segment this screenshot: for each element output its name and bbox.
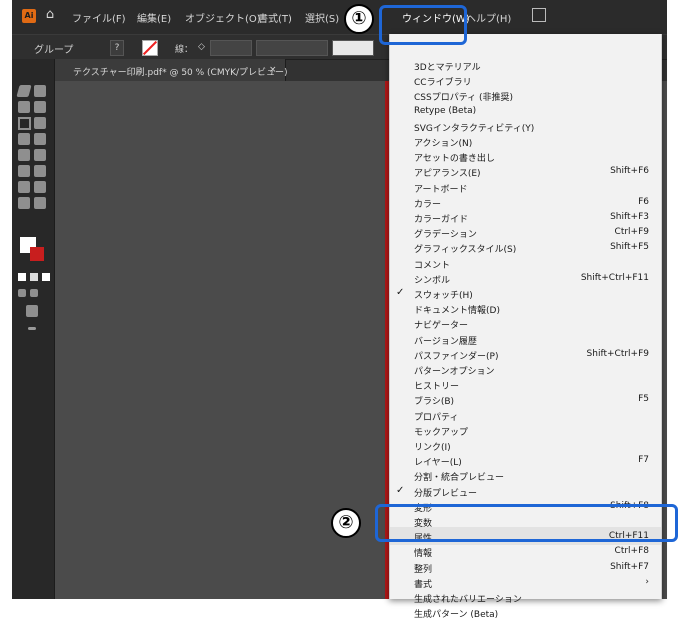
menu-bar: Ai ⌂ ファイル(F) 編集(E) オブジェクト(O) 書式(T) 選択(S)… — [12, 0, 667, 34]
stroke-weight-label: 線： — [175, 45, 194, 55]
pencil-tool-icon[interactable] — [34, 117, 46, 129]
home-icon[interactable]: ⌂ — [42, 7, 58, 23]
brush-definition-dropdown[interactable] — [332, 40, 374, 56]
menu-object[interactable]: オブジェクト(O) — [185, 10, 261, 25]
draw-behind-icon[interactable] — [30, 289, 38, 297]
menu-file[interactable]: ファイル(F) — [72, 10, 126, 25]
zoom-tool-icon[interactable] — [34, 197, 46, 209]
callout-window-menu — [379, 5, 467, 45]
arrange-documents-icon[interactable] — [532, 8, 546, 22]
menu-item[interactable]: 生成パターン (Beta) — [390, 603, 661, 621]
selection-type-label: グループ — [34, 45, 74, 56]
stroke-weight-dropdown[interactable] — [210, 40, 252, 56]
document-tab-title: テクスチャー印刷.pdf* @ 50 % (CMYK/プレビュー) — [73, 68, 288, 78]
menu-item-shortcut: Shift+F6 — [610, 166, 649, 177]
menu-edit[interactable]: 編集(E) — [137, 10, 171, 25]
step-2-badge: ② — [331, 508, 361, 538]
eyedropper-tool-icon[interactable] — [34, 165, 46, 177]
direct-selection-tool-icon[interactable] — [34, 85, 46, 97]
rectangle-tool-icon[interactable] — [18, 117, 31, 130]
draw-normal-icon[interactable] — [18, 289, 26, 297]
curvature-tool-icon[interactable] — [34, 101, 46, 113]
menu-item-label: 生成パターン (Beta) — [414, 610, 499, 621]
checkmark-icon: ✓ — [396, 484, 405, 496]
app-logo-icon: Ai — [22, 9, 36, 23]
stroke-weight-stepper[interactable]: ◇ — [198, 42, 205, 52]
type-tool-icon[interactable] — [18, 133, 30, 145]
tools-panel — [12, 59, 55, 599]
menu-item-shortcut: Shift+F5 — [610, 242, 649, 253]
variable-width-dropdown[interactable] — [256, 40, 328, 56]
artboard-tool-icon[interactable] — [34, 181, 46, 193]
menu-item-shortcut: Shift+Ctrl+F9 — [586, 348, 649, 359]
menu-item-shortcut: Ctrl+F8 — [614, 546, 649, 557]
menu-help[interactable]: ヘルプ(H) — [466, 10, 511, 25]
fill-color-button[interactable]: ? — [110, 40, 124, 56]
menu-item-shortcut: Shift+F7 — [610, 561, 649, 572]
eraser-tool-icon[interactable] — [18, 149, 30, 161]
menu-item-shortcut: Shift+F3 — [610, 212, 649, 222]
pen-tool-icon[interactable] — [18, 101, 30, 113]
stroke-color-button[interactable] — [142, 40, 158, 56]
screen-mode-icon[interactable] — [26, 305, 38, 317]
menu-item-shortcut: F5 — [638, 394, 649, 405]
graph-tool-icon[interactable] — [18, 197, 30, 209]
selection-tool-icon[interactable] — [16, 85, 32, 97]
menu-item-shortcut: › — [645, 576, 649, 587]
more-tools-icon[interactable] — [28, 327, 36, 330]
none-mode-icon[interactable] — [42, 273, 50, 281]
gradient-tool-icon[interactable] — [18, 165, 30, 177]
menu-item-shortcut: Shift+Ctrl+F11 — [580, 272, 649, 283]
stroke-swatch-icon[interactable] — [30, 247, 44, 261]
step-1-badge: ① — [344, 4, 374, 34]
menu-item-shortcut: F7 — [638, 455, 649, 466]
menu-select[interactable]: 選択(S) — [305, 10, 339, 25]
menu-item-shortcut: Ctrl+F9 — [614, 227, 649, 238]
blend-tool-icon[interactable] — [18, 181, 30, 193]
menu-item-label: Retype (Beta) — [414, 105, 477, 116]
close-tab-icon[interactable]: × — [269, 65, 277, 75]
color-mode-icon[interactable] — [18, 273, 26, 281]
menu-item-shortcut: F6 — [638, 196, 649, 207]
shape-builder-tool-icon[interactable] — [34, 149, 46, 161]
callout-attributes-item — [375, 504, 678, 542]
checkmark-icon: ✓ — [396, 287, 405, 298]
menu-type[interactable]: 書式(T) — [258, 10, 292, 25]
document-tab[interactable]: テクスチャー印刷.pdf* @ 50 % (CMYK/プレビュー) × — [55, 59, 288, 81]
gradient-mode-icon[interactable] — [30, 273, 38, 281]
rotate-tool-icon[interactable] — [34, 133, 46, 145]
